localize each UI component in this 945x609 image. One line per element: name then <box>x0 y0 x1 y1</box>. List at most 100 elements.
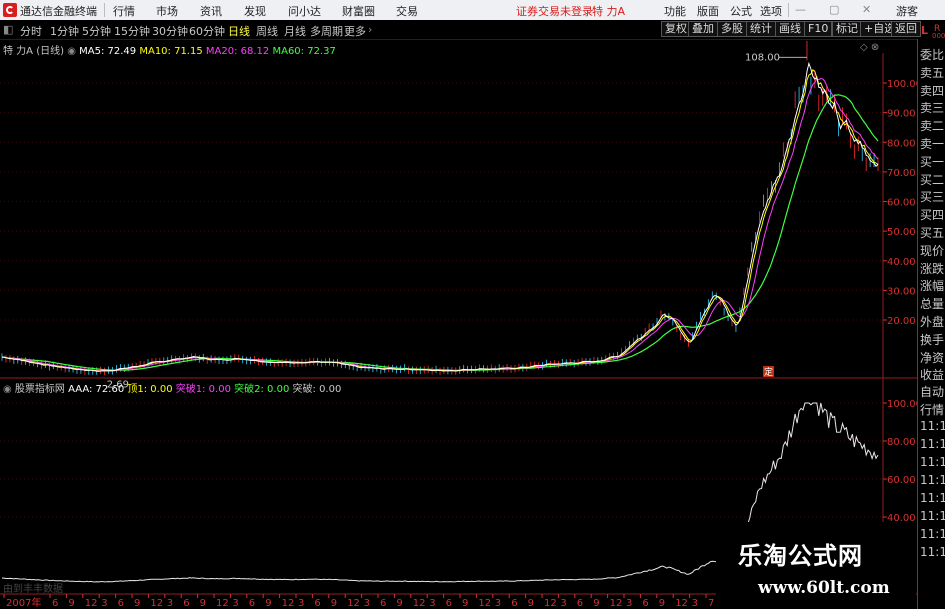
tick-field-6: 11:1 <box>920 491 945 505</box>
xtick-label: 6 <box>314 598 320 609</box>
xtick-label: 9 <box>331 598 337 609</box>
xtick-label: 9 <box>528 598 534 609</box>
ma60-label: MA60: 72.37 <box>272 46 336 57</box>
tongji-button[interactable]: 统计 <box>746 21 776 37</box>
menu-gongshi[interactable]: 公式 <box>730 3 752 19</box>
quote-field-18: 收益 <box>920 368 945 383</box>
restore-icon[interactable]: ▢ <box>829 3 839 16</box>
ma5-label: MA5: 72.49 <box>79 46 137 57</box>
chevron-right-icon[interactable]: › <box>368 23 372 36</box>
menu-faxian[interactable]: 发现 <box>244 3 266 19</box>
main-ytick-label: 100.00 <box>887 79 917 90</box>
login-warning[interactable]: 证券交易未登录 <box>516 3 593 19</box>
panel-toggle-icon[interactable]: ◧ <box>3 23 13 36</box>
menu-xuanxiang[interactable]: 选项 <box>760 3 782 19</box>
xtick-label: 3 <box>167 598 173 609</box>
menu-jiaoyi[interactable]: 交易 <box>396 3 418 19</box>
xtick-label: 9 <box>68 598 74 609</box>
period-multi[interactable]: 多周期 <box>310 23 343 39</box>
xtick-label: 3 <box>495 598 501 609</box>
xtick-label: 6 <box>446 598 452 609</box>
stock-title: 特 力A <box>592 5 626 18</box>
quote-panel: L R 000 委比 卖五 卖四 卖三 卖二 卖一 买一 买二 买三 买四 买五 现价 涨跌 涨幅 总量 外盘… <box>917 24 945 609</box>
xtick-label: 12 <box>413 598 426 609</box>
quote-field-0: 委比 <box>920 48 945 62</box>
menu-hangqing[interactable]: 行情 <box>113 3 135 19</box>
xtick-label: 6 <box>577 598 583 609</box>
xtick-label: 6 <box>183 598 189 609</box>
period-15min[interactable]: 15分钟 <box>114 23 150 39</box>
period-daily[interactable]: 日线 <box>228 23 250 39</box>
xtick-label: 3 <box>232 598 238 609</box>
tick-field-2: 11:1 <box>920 419 945 433</box>
huaxian-button[interactable]: 画线 <box>775 21 805 37</box>
menu-shichang[interactable]: 市场 <box>156 3 178 19</box>
xtick-label: 9 <box>200 598 206 609</box>
corner-l[interactable]: L <box>921 24 928 37</box>
xtick-label: 2007年 <box>6 596 41 609</box>
diejia-button[interactable]: 叠加 <box>688 21 718 37</box>
menu-gongneng[interactable]: 功能 <box>664 3 686 19</box>
diamond-icon[interactable]: ◇ <box>860 42 868 53</box>
xtick-label: 3 <box>364 598 370 609</box>
guest-label[interactable]: 游客 <box>896 3 918 19</box>
back-button[interactable]: 返回 <box>891 21 921 37</box>
tick-field-5: 11:1 <box>920 473 945 487</box>
period-30min[interactable]: 30分钟 <box>152 23 188 39</box>
menu-caifuquan[interactable]: 财富圈 <box>342 3 375 19</box>
close-icon[interactable]: ⊗ <box>871 42 879 53</box>
sub-ytick-label: 100.00 <box>887 399 917 410</box>
settings-icon[interactable]: ◉ <box>3 384 12 395</box>
period-weekly[interactable]: 周线 <box>256 23 278 39</box>
period-5min[interactable]: 5分钟 <box>82 23 111 39</box>
faint-watermark: 由到丰丰数据 <box>3 584 63 595</box>
close-icon[interactable]: ✕ <box>862 3 871 16</box>
minimize-icon[interactable]: — <box>795 3 806 16</box>
tick-field-4: 11:1 <box>920 455 945 469</box>
xtick-label: 3 <box>429 598 435 609</box>
main-ytick-label: 60.00 <box>887 198 916 209</box>
xtick-label: 3 <box>560 598 566 609</box>
main-ytick-label: 20.00 <box>887 316 916 327</box>
quote-field-1: 卖五 <box>920 65 945 80</box>
duogu-button[interactable]: 多股 <box>717 21 747 37</box>
tupo1-label: 突破1: 0.00 <box>175 384 231 395</box>
xtick-label: 9 <box>462 598 468 609</box>
xtick-label: 6 <box>511 598 517 609</box>
xtick-label: 12 <box>216 598 229 609</box>
marker-label: 定 <box>764 366 773 378</box>
xtick-label: 6 <box>642 598 648 609</box>
tick-field-3: 11:1 <box>920 437 945 451</box>
xtick-label: 12 <box>675 598 688 609</box>
period-monthly[interactable]: 月线 <box>284 23 306 39</box>
xtick-label: 6 <box>380 598 386 609</box>
ding1-label: 顶1: 0.00 <box>127 384 173 395</box>
xtick-label: 6 <box>118 598 124 609</box>
sub-legend: ◉ 股票指标网 AAA: 72.60 顶1: 0.00 突破1: 0.00 突破… <box>3 380 341 395</box>
main-ytick-label: 30.00 <box>887 286 916 297</box>
f10-button[interactable]: F10 <box>804 21 833 37</box>
xtick-label: 12 <box>282 598 295 609</box>
quote-field-17: 净资 <box>920 350 945 365</box>
main-ytick-label: 50.00 <box>887 227 916 238</box>
xtick-label: 6 <box>52 598 58 609</box>
period-1min[interactable]: 1分钟 <box>50 23 79 39</box>
menu-wenxiaoda[interactable]: 问小达 <box>288 3 321 19</box>
period-fenshi[interactable]: 分时 <box>20 23 42 39</box>
ma20-line <box>2 77 879 372</box>
quote-field-13: 涨幅 <box>920 279 945 294</box>
settings-icon[interactable]: ◉ <box>67 46 76 57</box>
menu-banmian[interactable]: 版面 <box>697 3 719 19</box>
corner-small: 000 <box>932 32 945 40</box>
period-more[interactable]: 更多 <box>344 23 366 39</box>
menu-zixun[interactable]: 资讯 <box>200 3 222 19</box>
app-logo-icon <box>3 3 17 17</box>
title-bar: 通达信金融终端 行情 市场 资讯 发现 问小达 财富圈 交易 证券交易未登录 特… <box>0 0 945 20</box>
xtick-label: 12 <box>610 598 623 609</box>
xtick-label: 12 <box>150 598 163 609</box>
fuquan-button[interactable]: 复权 <box>661 21 691 37</box>
quote-field-6: 买一 <box>920 154 945 169</box>
period-toolbar: ◧ 分时 1分钟 5分钟 15分钟 30分钟 60分钟 日线 周线 月线 多周期… <box>0 20 945 40</box>
biaoji-button[interactable]: 标记 <box>832 21 862 37</box>
period-60min[interactable]: 60分钟 <box>189 23 225 39</box>
